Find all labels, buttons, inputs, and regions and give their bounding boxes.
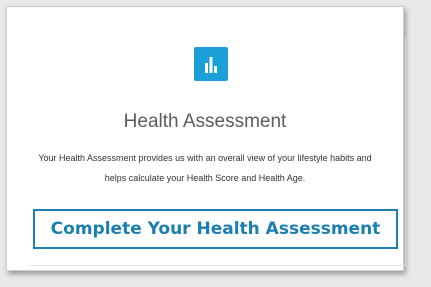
complete-health-assessment-button[interactable]: Complete Your Health Assessment (33, 209, 398, 249)
bar-chart-icon (194, 47, 228, 81)
card-title: Health Assessment (123, 111, 287, 132)
card-description: Your Health Assessment provides us with … (38, 153, 372, 183)
card-side-divider (405, 37, 406, 267)
health-assessment-card: Health Assessment Your Health Assessment… (6, 6, 406, 271)
card-bottom-divider (29, 265, 405, 266)
